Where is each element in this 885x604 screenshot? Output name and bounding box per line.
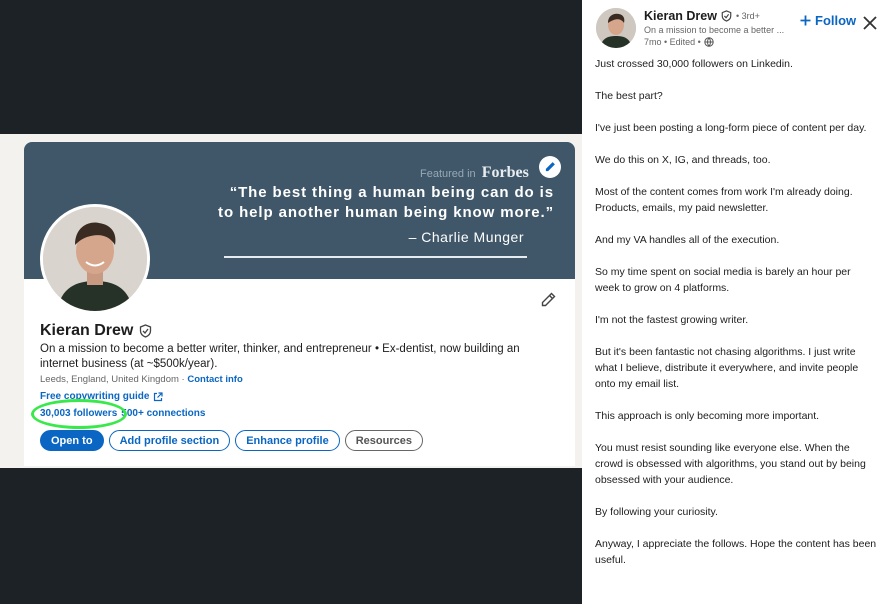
post-paragraph: So my time spent on social media is bare… xyxy=(595,266,851,294)
profile-actions: Open to Add profile section Enhance prof… xyxy=(40,430,423,451)
edit-profile-button[interactable] xyxy=(540,292,556,313)
connection-degree: • 3rd+ xyxy=(735,11,760,21)
verified-shield-icon xyxy=(140,324,152,338)
location-row: Leeds, England, United Kingdom · Contact… xyxy=(40,374,243,385)
profile-name: Kieran Drew xyxy=(40,322,134,339)
post-paragraph: Most of the content comes from work I'm … xyxy=(595,186,853,214)
globe-icon xyxy=(704,37,714,47)
post-paragraph: By following your curiosity. xyxy=(595,506,718,518)
post-time: 7mo • Edited • xyxy=(644,37,701,47)
post-paragraph: The best part? xyxy=(595,90,663,102)
followers-highlight-circle xyxy=(31,399,127,429)
post-paragraph: But it's been fantastic not chasing algo… xyxy=(595,346,859,390)
quote-line-1: “The best thing a human being can do is xyxy=(229,184,554,201)
profile-name-row: Kieran Drew xyxy=(40,322,152,340)
profile-screenshot: Featured in Forbes “The best thing a hum… xyxy=(0,134,582,468)
profile-headline: On a mission to become a better writer, … xyxy=(40,343,520,370)
contact-info-link[interactable]: Contact info xyxy=(187,374,242,385)
resources-button[interactable]: Resources xyxy=(344,430,423,451)
edit-banner-button[interactable] xyxy=(539,156,561,178)
post-paragraph: And my VA handles all of the execution. xyxy=(595,234,780,246)
post-paragraph: Anyway, I appreciate the follows. Hope t… xyxy=(595,538,877,566)
add-profile-section-button[interactable]: Add profile section xyxy=(108,430,231,451)
open-to-button[interactable]: Open to xyxy=(40,430,104,451)
verified-shield-icon xyxy=(721,10,732,22)
post-panel: Kieran Drew • 3rd+ On a mission to becom… xyxy=(582,0,885,604)
enhance-profile-button[interactable]: Enhance profile xyxy=(235,430,340,451)
featured-in-label: Featured in Forbes xyxy=(420,164,529,182)
featured-text: Featured in xyxy=(420,168,476,180)
location: Leeds, England, United Kingdom xyxy=(40,374,179,385)
author-headline: On a mission to become a better ... xyxy=(644,25,785,35)
pencil-icon xyxy=(541,292,556,307)
forbes-logo: Forbes xyxy=(481,164,529,181)
post-paragraph: I've just been posting a long-form piece… xyxy=(595,122,867,134)
image-viewer: Featured in Forbes “The best thing a hum… xyxy=(0,0,582,604)
author-name-row: Kieran Drew • 3rd+ xyxy=(644,9,760,23)
plus-icon xyxy=(800,15,811,26)
post-paragraph: Just crossed 30,000 followers on Linkedi… xyxy=(595,58,793,70)
avatar-photo xyxy=(43,207,147,311)
post-paragraph: This approach is only becoming more impo… xyxy=(595,410,820,422)
connections-count[interactable]: 500+ connections xyxy=(121,408,205,419)
profile-avatar[interactable] xyxy=(40,204,150,314)
close-icon xyxy=(863,16,877,30)
author-photo xyxy=(596,8,636,48)
author-avatar[interactable] xyxy=(596,8,636,48)
follow-button[interactable]: Follow xyxy=(800,13,856,28)
author-name[interactable]: Kieran Drew xyxy=(644,9,717,23)
post-meta: 7mo • Edited • xyxy=(644,37,714,47)
post-body: Just crossed 30,000 followers on Linkedi… xyxy=(595,56,877,584)
external-link-icon xyxy=(154,391,164,401)
profile-card: Featured in Forbes “The best thing a hum… xyxy=(24,142,575,466)
post-paragraph: We do this on X, IG, and threads, too. xyxy=(595,154,771,166)
follow-label: Follow xyxy=(815,13,857,28)
post-paragraph: You must resist sounding like everyone e… xyxy=(595,442,866,486)
pencil-icon xyxy=(545,162,555,172)
post-paragraph: I'm not the fastest growing writer. xyxy=(595,314,749,326)
quote-divider xyxy=(224,256,527,258)
close-button[interactable] xyxy=(863,16,877,35)
